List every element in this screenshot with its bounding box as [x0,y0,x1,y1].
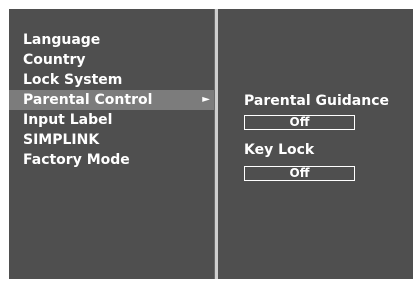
main-menu: Language Country Lock System Parental Co… [9,30,214,170]
menu-item-factory-mode[interactable]: Factory Mode [9,150,214,170]
menu-item-label: Parental Control [23,92,153,108]
menu-item-lock-system[interactable]: Lock System [9,70,214,90]
menu-item-parental-control[interactable]: Parental Control ► [9,90,214,110]
menu-item-label: Lock System [23,72,123,88]
parental-guidance-label: Parental Guidance [244,93,389,109]
main-menu-panel: Language Country Lock System Parental Co… [9,9,215,279]
menu-item-label: Factory Mode [23,152,130,168]
menu-item-input-label[interactable]: Input Label [9,110,214,130]
menu-item-label: Input Label [23,112,113,128]
key-lock-value[interactable]: Off [244,166,355,181]
menu-item-label: Country [23,52,86,68]
submenu-panel: Parental Guidance Off Key Lock Off [218,9,413,279]
right-arrow-icon: ► [202,94,210,105]
menu-item-simplink[interactable]: SIMPLINK [9,130,214,150]
settings-screen: Language Country Lock System Parental Co… [9,9,413,279]
menu-item-label: SIMPLINK [23,132,100,148]
key-lock-label: Key Lock [244,142,315,158]
menu-item-language[interactable]: Language [9,30,214,50]
menu-item-country[interactable]: Country [9,50,214,70]
parental-guidance-value[interactable]: Off [244,115,355,130]
menu-item-label: Language [23,32,101,48]
